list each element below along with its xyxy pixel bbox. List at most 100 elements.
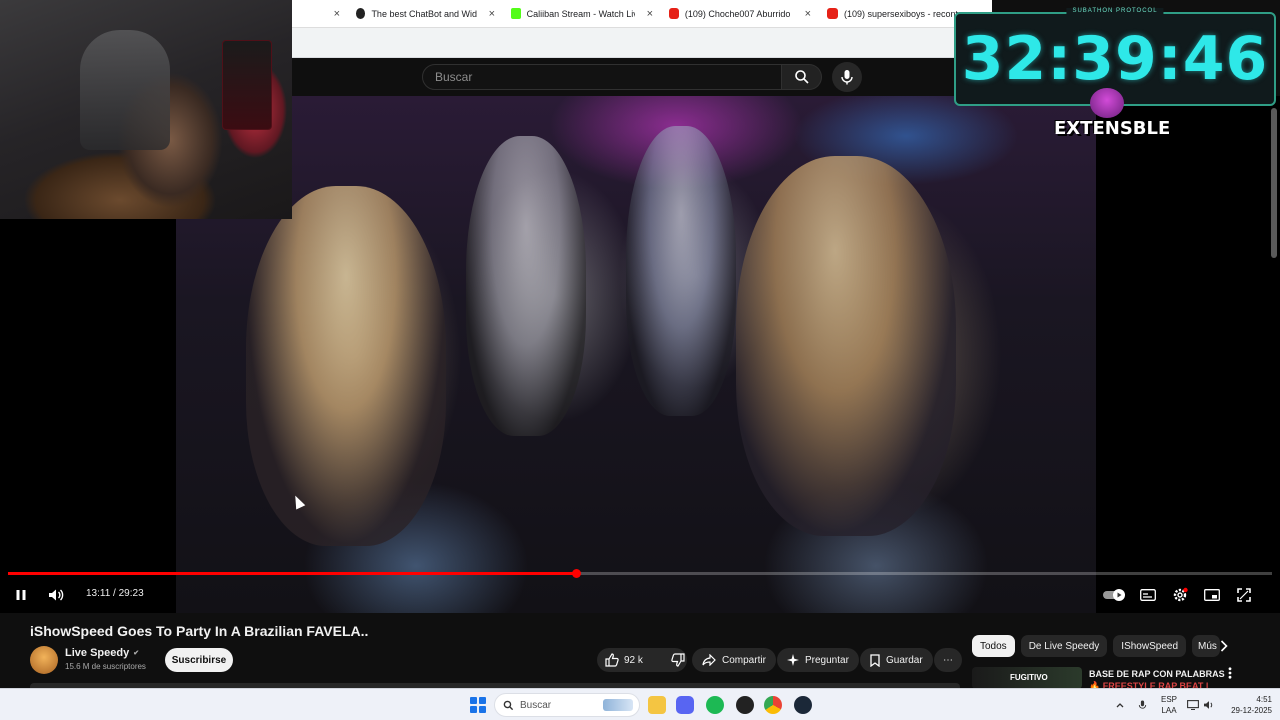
file-explorer-icon[interactable] bbox=[648, 696, 666, 714]
spotify-icon[interactable] bbox=[706, 696, 724, 714]
page-scrollbar[interactable] bbox=[1271, 108, 1277, 258]
input-language[interactable]: ESP LAA bbox=[1158, 694, 1180, 716]
recommended-title-line: BASE DE RAP CON PALABRAS bbox=[1089, 669, 1225, 679]
seek-bar[interactable] bbox=[8, 569, 1272, 578]
system-clock[interactable]: 4:51 29-12-2025 bbox=[1222, 694, 1272, 716]
microphone-tray[interactable] bbox=[1138, 689, 1147, 720]
pause-button[interactable] bbox=[10, 582, 32, 608]
browser-tab[interactable]: (109) Choche007 Aburrido del × bbox=[661, 0, 819, 28]
chips-next-button[interactable] bbox=[1216, 638, 1232, 654]
ask-label: Preguntar bbox=[805, 654, 849, 666]
taskbar-search-placeholder: Buscar bbox=[520, 699, 552, 711]
more-actions-button[interactable]: ⋯ bbox=[934, 648, 962, 672]
chip-ishowspeed[interactable]: IShowSpeed bbox=[1113, 635, 1187, 657]
channel-avatar[interactable] bbox=[30, 646, 58, 674]
share-button[interactable]: Compartir bbox=[692, 648, 776, 672]
streamer-webcam bbox=[0, 0, 292, 219]
background-person bbox=[466, 136, 586, 436]
poster bbox=[222, 40, 272, 130]
miniplayer-icon bbox=[1204, 589, 1220, 601]
tab-title: Caliiban Stream - Watch Live o bbox=[526, 8, 635, 19]
volume-icon bbox=[49, 589, 64, 601]
timer-label: SUBATHON PROTOCOL bbox=[1066, 8, 1164, 14]
tray-overflow[interactable] bbox=[1116, 689, 1124, 720]
windows-start-button[interactable] bbox=[470, 697, 486, 713]
recommendation-filter-chips: Todos De Live Speedy IShowSpeed Mús bbox=[972, 635, 1221, 657]
browser-tab[interactable]: × bbox=[292, 0, 348, 28]
fullscreen-icon bbox=[1237, 588, 1251, 602]
ask-button[interactable]: Preguntar bbox=[777, 648, 859, 672]
like-dislike-group: 92 k bbox=[597, 648, 687, 672]
close-tab-icon[interactable]: × bbox=[334, 8, 340, 20]
save-button[interactable]: Guardar bbox=[860, 648, 933, 672]
speaker-icon bbox=[1204, 701, 1213, 709]
search-highlight-icon bbox=[603, 699, 633, 711]
browser-tab-strip: × The best ChatBot and Widgets × Caliiba… bbox=[292, 0, 992, 28]
keyboard-layout: LAA bbox=[1161, 706, 1177, 715]
tab-title: The best ChatBot and Widgets bbox=[371, 8, 477, 19]
gaming-chair bbox=[80, 30, 170, 150]
language-code: ESP bbox=[1160, 695, 1177, 704]
mascot-icon bbox=[1090, 88, 1124, 118]
search-input[interactable]: Buscar bbox=[422, 64, 782, 90]
browser-tab[interactable]: Caliiban Stream - Watch Live o × bbox=[503, 0, 661, 28]
search-icon bbox=[794, 70, 809, 84]
captions-icon bbox=[1140, 589, 1156, 601]
video-title: iShowSpeed Goes To Party In A Brazilian … bbox=[30, 623, 369, 639]
recommended-more-button[interactable] bbox=[1228, 667, 1232, 682]
settings-button[interactable] bbox=[1170, 582, 1190, 608]
discord-icon[interactable] bbox=[676, 696, 694, 714]
tab-title: (109) Choche007 Aburrido del bbox=[684, 8, 793, 19]
video-info: iShowSpeed Goes To Party In A Brazilian … bbox=[0, 613, 1280, 691]
dislike-button[interactable] bbox=[663, 648, 693, 672]
subscribe-button[interactable]: Suscribirse bbox=[165, 648, 233, 672]
share-icon bbox=[702, 654, 716, 666]
taskbar-search[interactable]: Buscar bbox=[494, 693, 640, 717]
close-tab-icon[interactable]: × bbox=[647, 8, 653, 20]
chevron-right-icon bbox=[1220, 640, 1228, 652]
captions-button[interactable] bbox=[1138, 582, 1158, 608]
volume-tray[interactable] bbox=[1203, 689, 1215, 720]
autoplay-toggle[interactable] bbox=[1103, 582, 1127, 608]
youtube-icon bbox=[669, 8, 679, 19]
search-icon bbox=[503, 700, 514, 710]
search-button[interactable] bbox=[782, 64, 822, 90]
obs-icon[interactable] bbox=[736, 696, 754, 714]
thumbs-up-icon bbox=[605, 653, 619, 667]
extensible-badge: EXTENSBLE bbox=[1054, 88, 1171, 158]
more-icon: ⋯ bbox=[943, 654, 953, 666]
channel-name[interactable]: Live Speedy ✔ bbox=[65, 647, 139, 659]
close-tab-icon[interactable]: × bbox=[489, 8, 495, 20]
browser-tab[interactable]: The best ChatBot and Widgets × bbox=[348, 0, 503, 28]
network-tray[interactable] bbox=[1187, 689, 1199, 720]
chrome-icon[interactable] bbox=[764, 696, 782, 714]
chip-todos[interactable]: Todos bbox=[972, 635, 1015, 657]
youtube-masthead: Buscar bbox=[292, 58, 992, 96]
clock-date: 29-12-2025 bbox=[1231, 706, 1272, 715]
voice-search-button[interactable] bbox=[832, 62, 862, 92]
sparkle-icon bbox=[787, 654, 799, 666]
clock-time: 4:51 bbox=[1256, 695, 1272, 704]
seek-scrubber[interactable] bbox=[571, 569, 581, 578]
dancer-left bbox=[246, 186, 446, 546]
dancer-right bbox=[736, 156, 956, 536]
channel-name-text: Live Speedy bbox=[65, 647, 130, 659]
autoplay-toggle-icon bbox=[1103, 589, 1125, 601]
miniplayer-button[interactable] bbox=[1202, 582, 1222, 608]
steam-icon[interactable] bbox=[794, 696, 812, 714]
fullscreen-button[interactable] bbox=[1234, 582, 1254, 608]
thumbnail-text: FUGITIVO bbox=[1010, 673, 1048, 682]
like-count: 92 k bbox=[624, 654, 643, 666]
chip-de-live-speedy[interactable]: De Live Speedy bbox=[1020, 635, 1108, 657]
microphone-icon bbox=[841, 70, 853, 85]
like-button[interactable]: 92 k bbox=[597, 648, 651, 672]
recommended-video-thumbnail[interactable]: FUGITIVO bbox=[972, 667, 1082, 689]
mute-button[interactable] bbox=[44, 582, 68, 608]
share-label: Compartir bbox=[722, 654, 766, 666]
extensible-label: EXTENSBLE bbox=[1054, 118, 1171, 139]
close-tab-icon[interactable]: × bbox=[805, 8, 811, 20]
address-bar[interactable] bbox=[292, 28, 992, 58]
save-label: Guardar bbox=[886, 654, 923, 666]
taskbar: Buscar ESP LAA 4:51 29-12-2025 bbox=[0, 688, 1280, 720]
search-placeholder: Buscar bbox=[435, 70, 473, 84]
